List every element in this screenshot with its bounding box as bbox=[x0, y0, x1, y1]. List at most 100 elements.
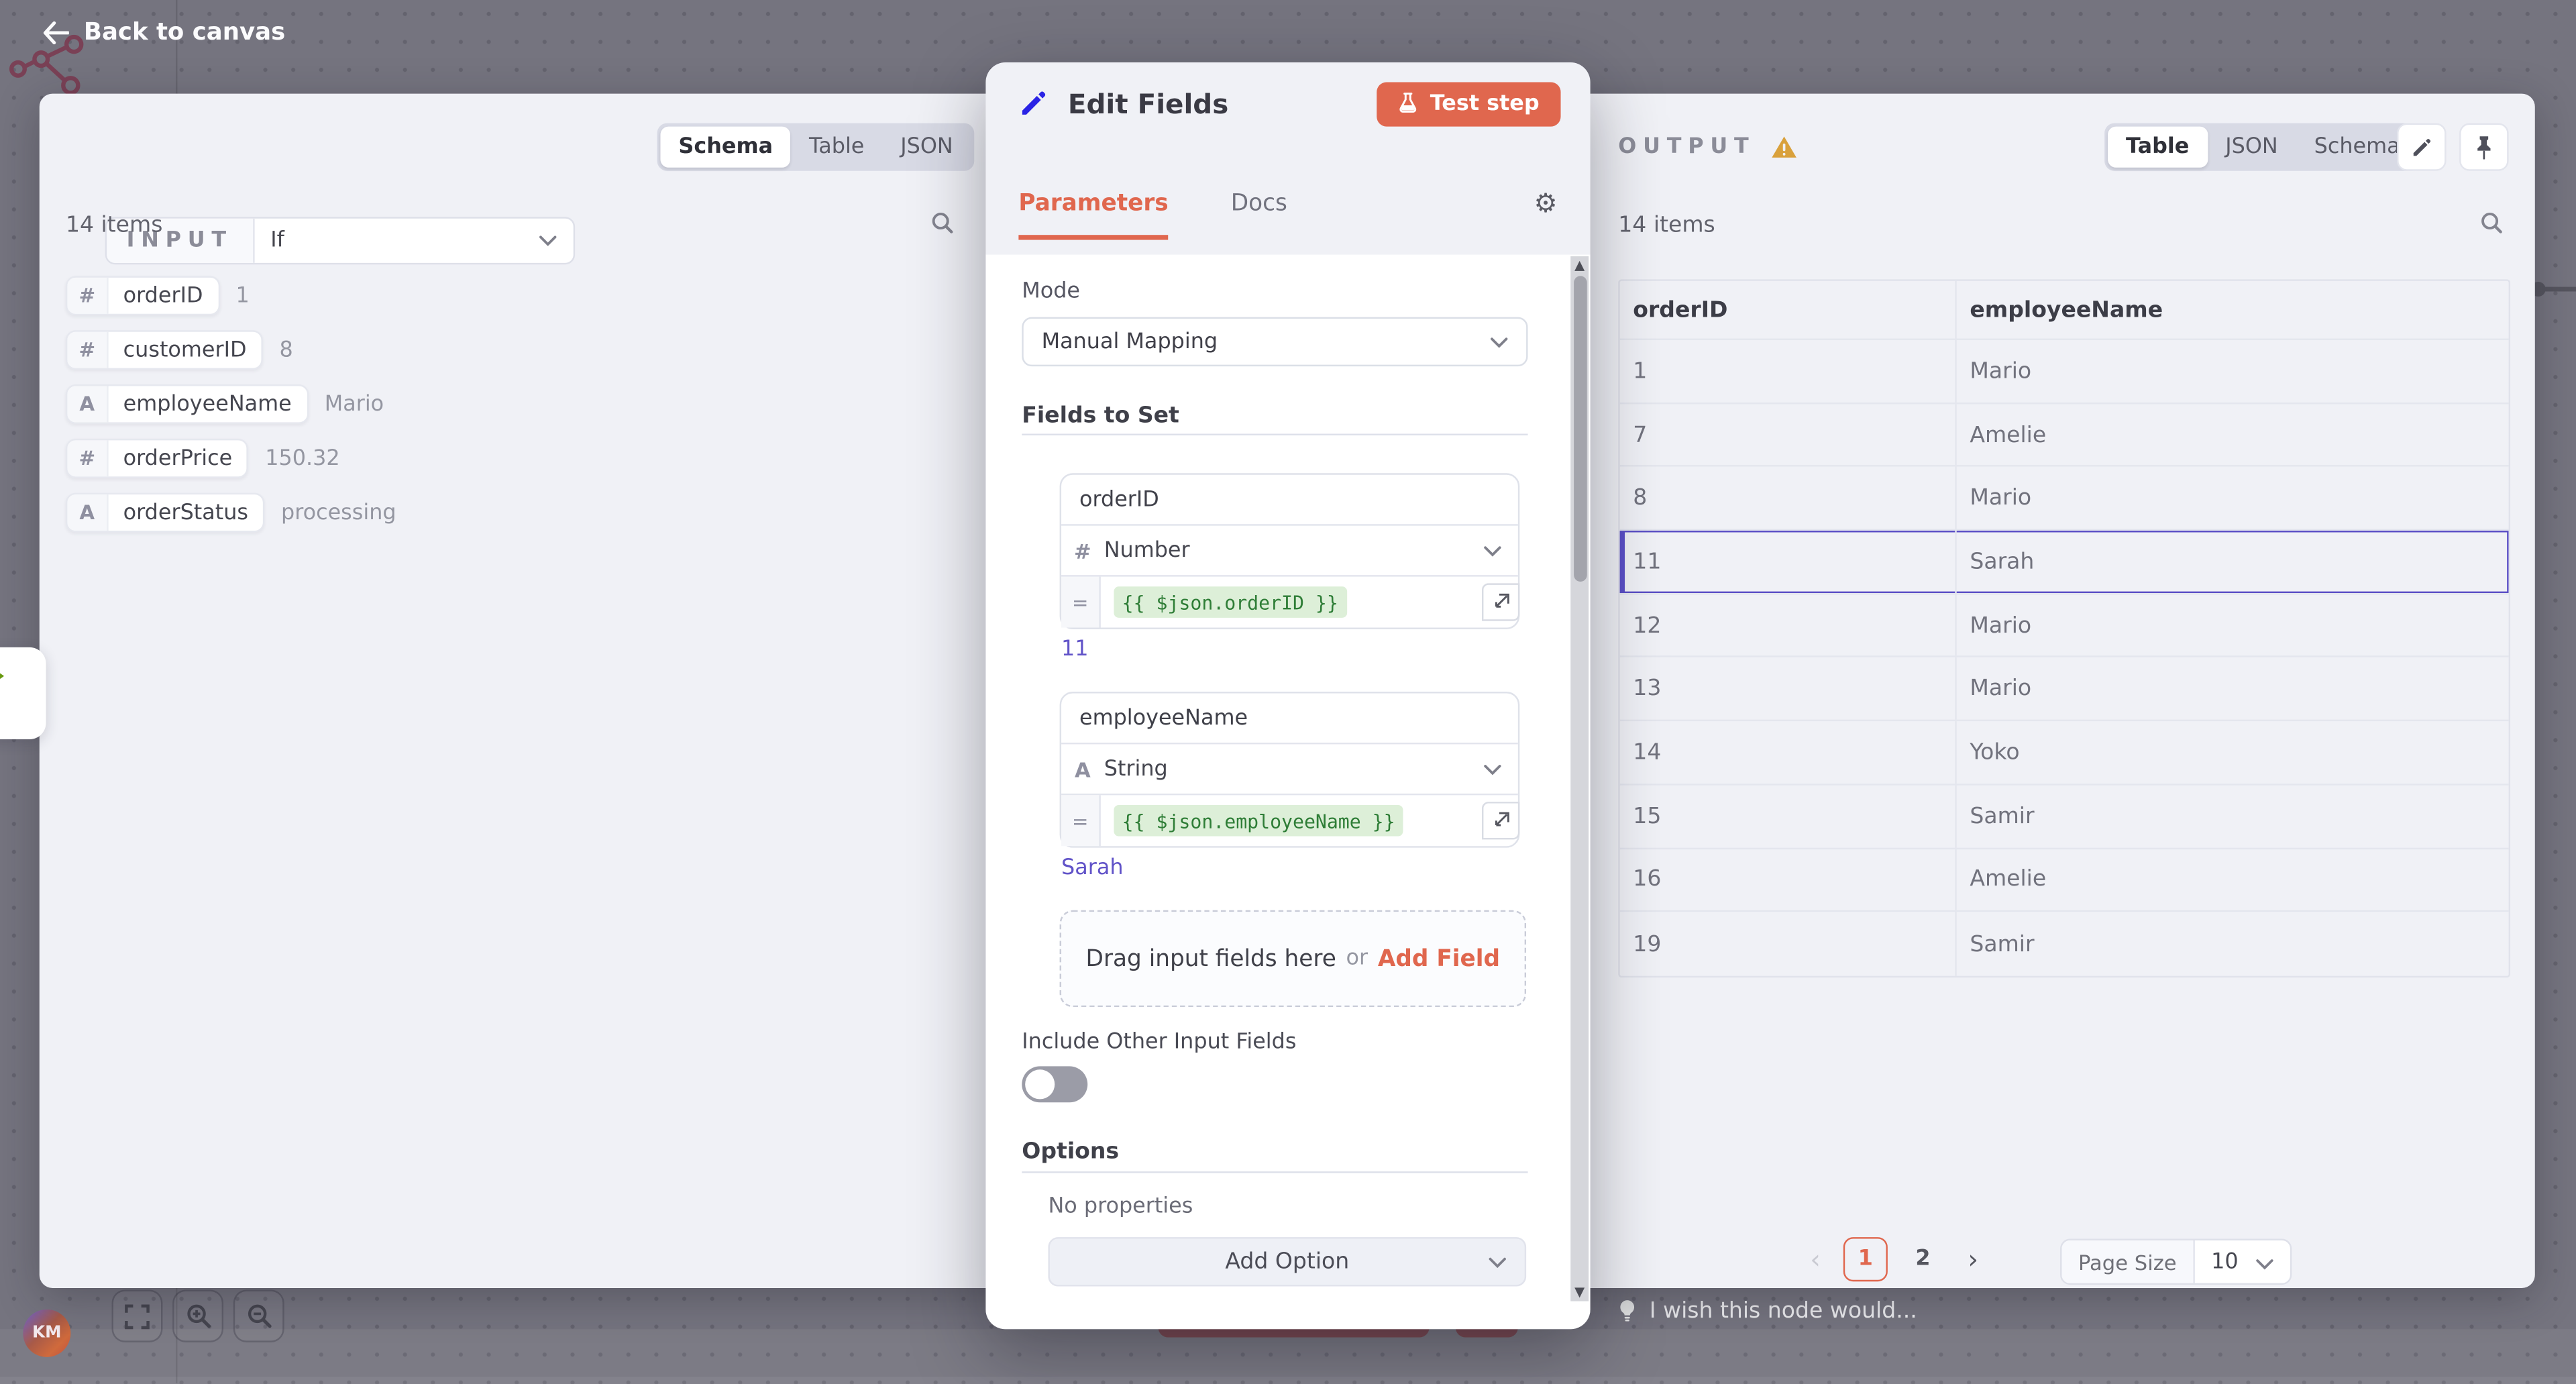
zoom-in-button[interactable] bbox=[172, 1289, 223, 1342]
column-header-orderid[interactable]: orderID bbox=[1620, 281, 1957, 339]
input-source-select[interactable]: INPUT If bbox=[105, 217, 575, 264]
output-search-icon[interactable] bbox=[2479, 210, 2506, 236]
warning-icon bbox=[1772, 135, 1798, 160]
field-name-input[interactable]: orderID bbox=[1061, 475, 1518, 526]
tab-parameters[interactable]: Parameters bbox=[1018, 191, 1168, 239]
mode-label: Mode bbox=[1022, 279, 1080, 304]
table-cell: Yoko bbox=[1957, 721, 2509, 783]
drag-fields-dropzone[interactable]: Drag input fields here or Add Field bbox=[1060, 910, 1527, 1007]
open-expression-editor-icon[interactable] bbox=[1482, 583, 1519, 621]
table-row[interactable]: 7Amelie bbox=[1620, 404, 2509, 468]
next-page-button[interactable]: › bbox=[1958, 1244, 1988, 1275]
node-connector bbox=[2528, 278, 2576, 301]
table-cell: Samir bbox=[1957, 785, 2509, 847]
zoom-out-button[interactable] bbox=[233, 1289, 284, 1342]
field-name-input[interactable]: employeeName bbox=[1061, 693, 1518, 744]
add-field-button[interactable]: Add Field bbox=[1378, 945, 1500, 971]
mode-value: Manual Mapping bbox=[1042, 329, 1218, 354]
scroll-up-arrow[interactable]: ▲ bbox=[1570, 258, 1589, 272]
page-button-2[interactable]: 2 bbox=[1900, 1237, 1945, 1281]
node-feedback-link[interactable]: I wish this node would... bbox=[1618, 1298, 1917, 1324]
table-row[interactable]: 11Sarah bbox=[1620, 531, 2509, 594]
prev-page-button[interactable]: ‹ bbox=[1801, 1244, 1830, 1275]
table-row[interactable]: 16Amelie bbox=[1620, 849, 2509, 912]
test-step-label: Test step bbox=[1430, 91, 1540, 116]
table-row[interactable]: 15Samir bbox=[1620, 785, 2509, 849]
table-cell: 19 bbox=[1620, 912, 1957, 976]
schema-field-row: AemployeeNameMario bbox=[66, 384, 396, 424]
table-cell: Amelie bbox=[1957, 404, 2509, 466]
schema-field-row: #orderID 1 bbox=[66, 276, 396, 315]
schema-field-pill[interactable]: #orderPrice bbox=[66, 439, 249, 478]
table-cell: Mario bbox=[1957, 467, 2509, 529]
schema-field-row: #customerID 8 bbox=[66, 330, 396, 370]
schema-field-pill[interactable]: #orderID bbox=[66, 276, 219, 315]
page-button-1[interactable]: 1 bbox=[1843, 1237, 1888, 1281]
tab-output-json[interactable]: JSON bbox=[2207, 127, 2296, 168]
mode-select[interactable]: Manual Mapping bbox=[1022, 317, 1527, 366]
table-row[interactable]: 12Mario bbox=[1620, 594, 2509, 658]
tab-input-json[interactable]: JSON bbox=[882, 127, 971, 168]
schema-field-value: 1 bbox=[235, 283, 249, 308]
number-type-icon: # bbox=[1061, 538, 1104, 563]
add-option-label: Add Option bbox=[1225, 1248, 1349, 1275]
modal-header: Edit Fields Test step bbox=[985, 62, 1590, 144]
string-type-icon: A bbox=[1061, 757, 1104, 782]
add-option-select[interactable]: Add Option bbox=[1048, 1237, 1526, 1286]
output-table: orderID employeeName 1Mario7Amelie8Mario… bbox=[1618, 279, 2510, 977]
number-type-icon: # bbox=[67, 278, 108, 314]
chevron-down-icon bbox=[2255, 1240, 2290, 1285]
open-expression-editor-icon[interactable] bbox=[1482, 802, 1519, 839]
wish-text: I wish this node would... bbox=[1650, 1298, 1917, 1324]
modal-scrollbar[interactable]: ▲ ▼ bbox=[1570, 256, 1589, 1301]
fit-view-button[interactable] bbox=[112, 1289, 163, 1342]
pin-data-button[interactable] bbox=[2459, 123, 2508, 171]
table-header-row: orderID employeeName bbox=[1620, 281, 2509, 340]
field-type-select[interactable]: # Number bbox=[1061, 526, 1518, 577]
expression-input[interactable]: {{ $json.orderID }} bbox=[1114, 586, 1346, 618]
edit-output-button[interactable] bbox=[2397, 123, 2446, 171]
field-type-select[interactable]: A String bbox=[1061, 744, 1518, 795]
table-row[interactable]: 8Mario bbox=[1620, 467, 2509, 531]
tab-output-table[interactable]: Table bbox=[2108, 127, 2207, 168]
input-items-count: 14 items bbox=[66, 212, 163, 238]
page-size-select[interactable]: Page Size 10 bbox=[2060, 1239, 2292, 1285]
table-cell: Amelie bbox=[1957, 849, 2509, 910]
scrollbar-thumb[interactable] bbox=[1573, 276, 1587, 582]
table-row[interactable]: 13Mario bbox=[1620, 658, 2509, 722]
table-cell: 12 bbox=[1620, 594, 1957, 656]
node-settings-gear-icon[interactable]: ⚙ bbox=[1534, 191, 1558, 217]
avatar[interactable]: KM bbox=[23, 1310, 70, 1357]
input-node-card-if[interactable] bbox=[0, 647, 46, 739]
schema-field-pill[interactable]: AorderStatus bbox=[66, 493, 265, 533]
table-cell: Sarah bbox=[1957, 531, 2509, 592]
expression-result: 11 bbox=[1061, 637, 1089, 662]
table-row[interactable]: 1Mario bbox=[1620, 340, 2509, 404]
column-header-employeename[interactable]: employeeName bbox=[1957, 281, 2509, 339]
chevron-down-icon bbox=[539, 219, 573, 263]
schema-field-pill[interactable]: #customerID bbox=[66, 330, 263, 370]
tab-input-schema[interactable]: Schema bbox=[660, 127, 791, 168]
schema-field-pill[interactable]: AemployeeName bbox=[66, 384, 308, 424]
schema-field-name: orderID bbox=[109, 278, 218, 314]
table-row[interactable]: 19Samir bbox=[1620, 912, 2509, 976]
back-arrow-icon bbox=[43, 21, 69, 44]
pencil-icon bbox=[2410, 136, 2433, 158]
lightbulb-icon bbox=[1618, 1298, 1636, 1324]
table-row[interactable]: 14Yoko bbox=[1620, 721, 2509, 785]
expression-input[interactable]: {{ $json.employeeName }} bbox=[1114, 805, 1403, 837]
test-step-button[interactable]: Test step bbox=[1377, 81, 1560, 125]
back-to-canvas-button[interactable]: Back to canvas bbox=[43, 19, 286, 46]
tab-docs[interactable]: Docs bbox=[1231, 191, 1287, 239]
field-value-row: = {{ $json.orderID }} bbox=[1061, 577, 1518, 628]
scroll-down-arrow[interactable]: ▼ bbox=[1570, 1285, 1589, 1299]
input-search-icon[interactable] bbox=[930, 210, 956, 236]
canvas-sidebar-line bbox=[176, 0, 177, 94]
input-view-tabs: Schema Table JSON bbox=[657, 123, 975, 171]
include-other-fields-toggle[interactable] bbox=[1022, 1066, 1087, 1102]
table-cell: Mario bbox=[1957, 340, 2509, 402]
tab-input-table[interactable]: Table bbox=[791, 127, 882, 168]
schema-field-value: processing bbox=[281, 500, 396, 525]
modal-title: Edit Fields bbox=[1068, 88, 1228, 119]
schema-field-value: 8 bbox=[279, 337, 292, 362]
